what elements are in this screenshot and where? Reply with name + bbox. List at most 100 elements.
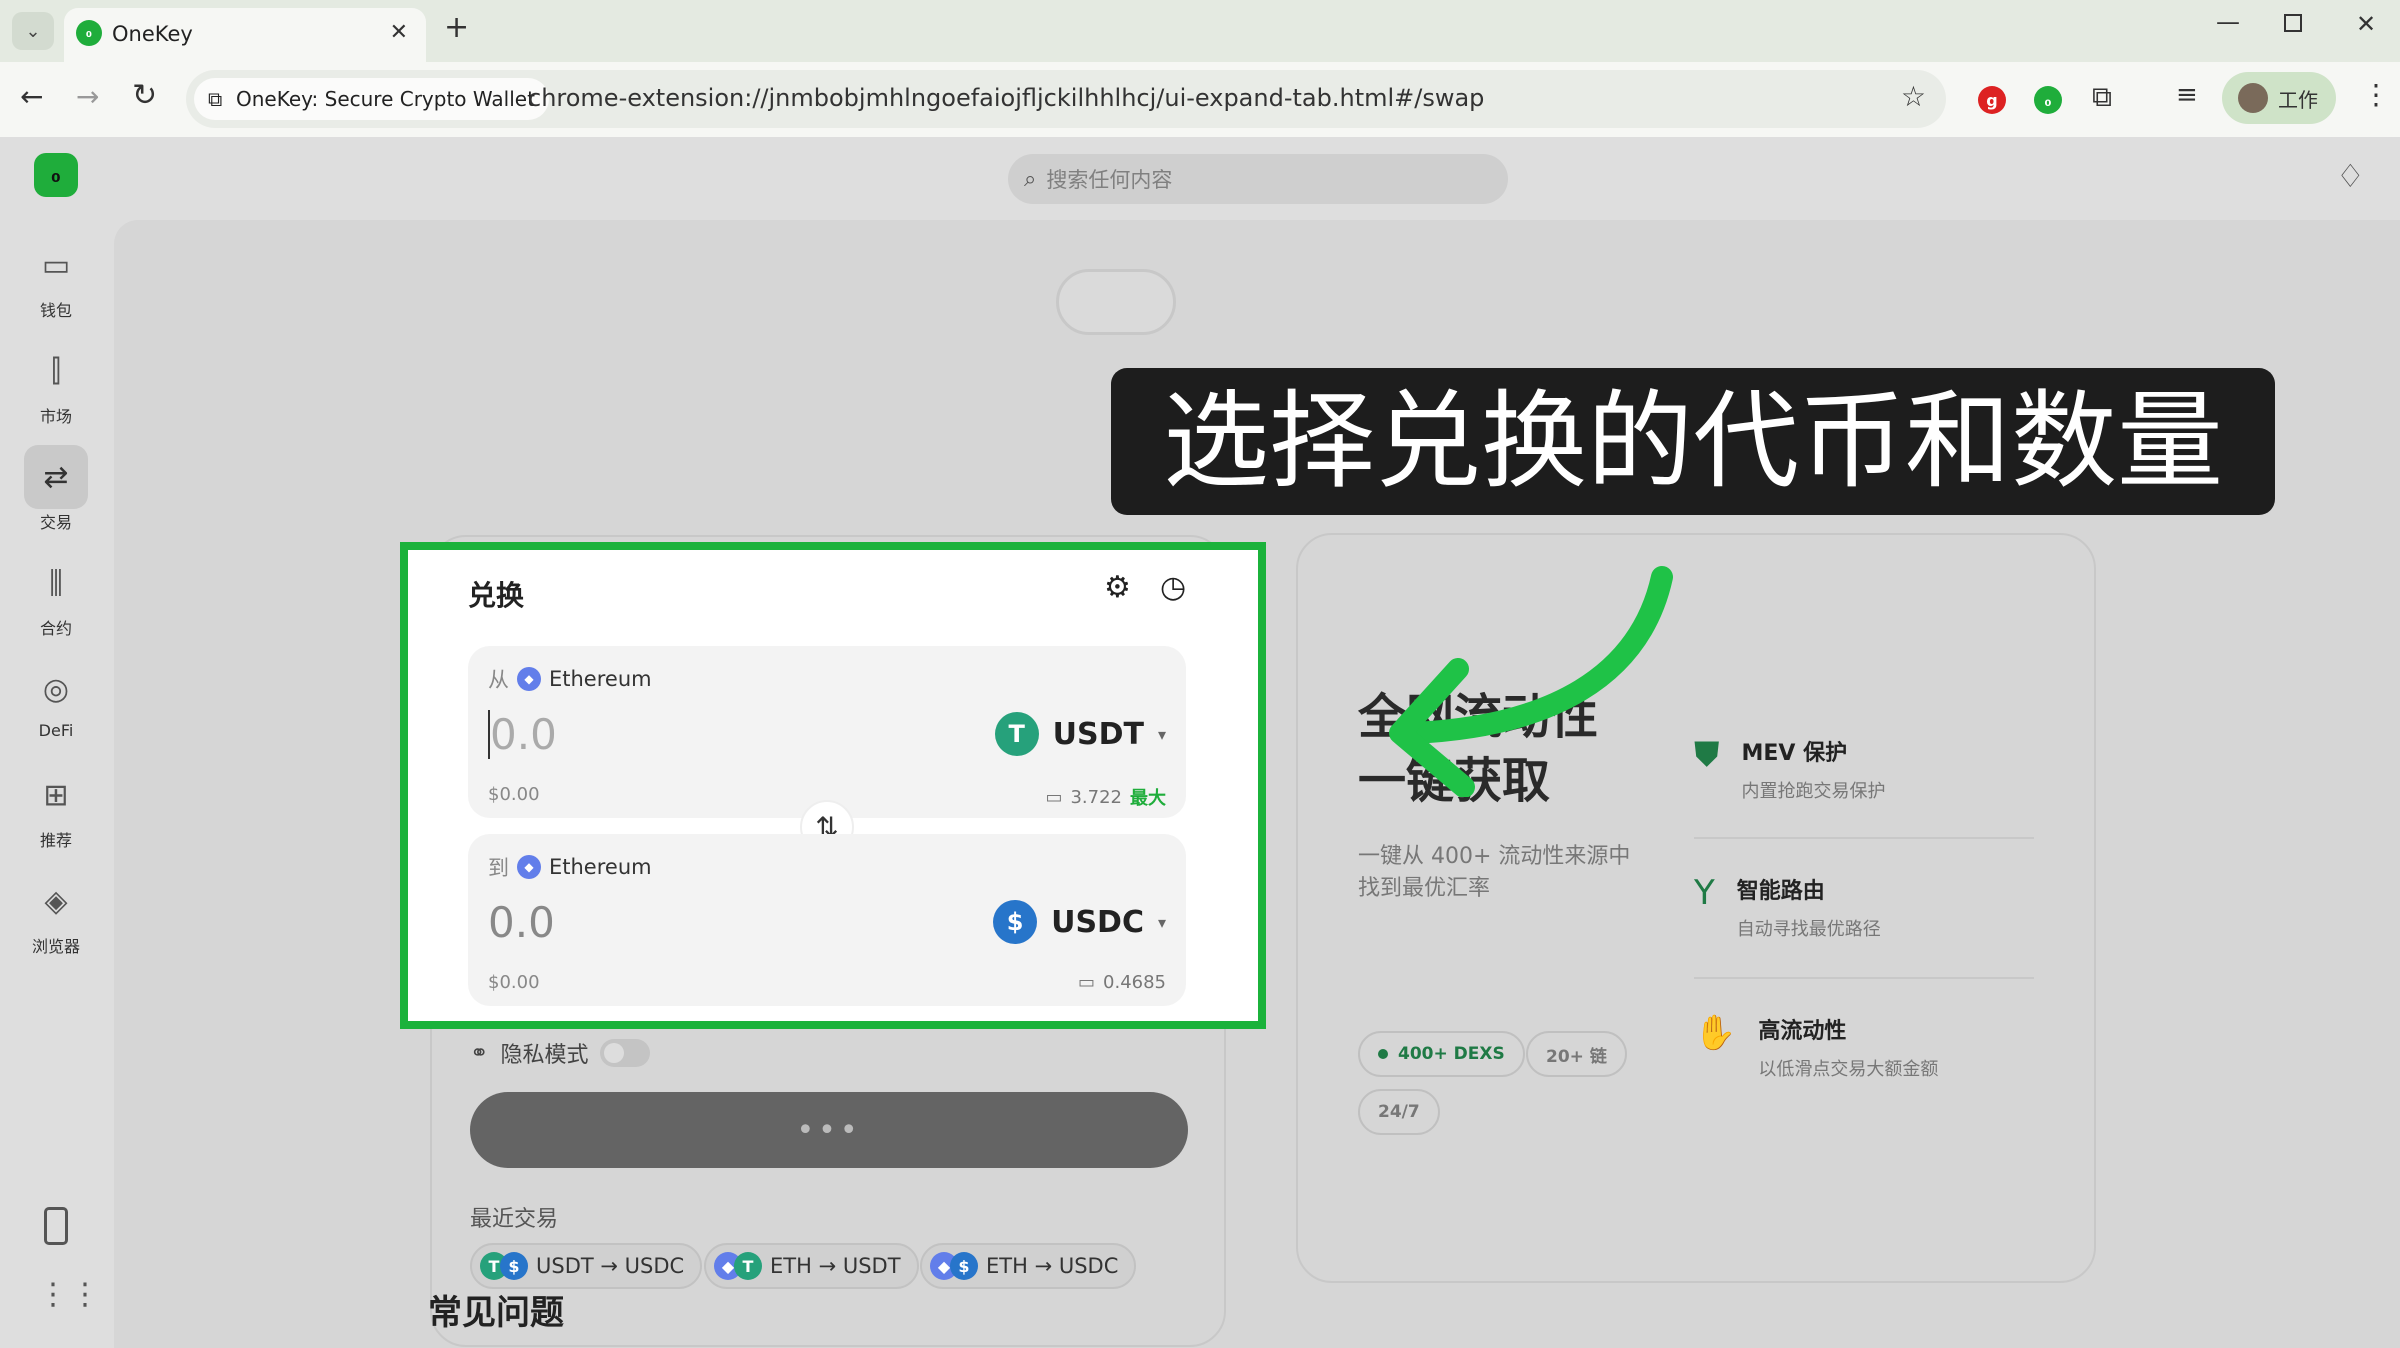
usdc-icon: $ [500, 1252, 528, 1280]
privacy-mode-label: 隐私模式 [500, 1043, 589, 1068]
recent-pair-eth-usdt[interactable]: ◆ T ETH → USDT [704, 1243, 919, 1289]
profile-button[interactable]: 工作 [2222, 72, 2336, 124]
usdt-icon: T [994, 712, 1039, 756]
feature-desc: 自动寻找最优路径 [1736, 919, 1881, 940]
onekey-logo[interactable]: ₀ [34, 153, 78, 197]
close-window-button[interactable]: ✕ [2356, 10, 2376, 38]
recent-pair-label: USDT → USDC [536, 1254, 685, 1278]
sidebar-label: 交易 [39, 513, 72, 532]
green-dot-icon [1378, 1049, 1388, 1059]
sidebar-item-swap[interactable]: ⇄ 交易 [0, 445, 112, 533]
notification-bell-icon[interactable]: ♢ [2336, 157, 2365, 195]
slippage-settings-icon[interactable]: ⚙ [1104, 570, 1131, 605]
swap-title: 兑换 [468, 579, 525, 612]
incognito-icon: ⚭ [470, 1040, 489, 1066]
back-arrow-icon[interactable]: ← [20, 80, 43, 113]
from-balance-row: ▭ 3.722 最大 [1045, 784, 1166, 810]
tab-search-button[interactable]: ⌄ [12, 12, 54, 50]
gift-icon: ⊞ [43, 777, 69, 813]
divider [1694, 977, 2034, 979]
usdc-icon: $ [950, 1252, 978, 1280]
browser-tab-onekey[interactable]: ₀ OneKey ✕ [64, 8, 426, 62]
recent-pair-label: ETH → USDT [770, 1254, 901, 1278]
info-description: 一键从 400+ 流动性来源中找到最优汇率 [1358, 844, 1631, 901]
tag-chains: 20+ 链 [1526, 1031, 1627, 1077]
from-network-name: Ethereum [549, 667, 652, 691]
sidebar-label: 浏览器 [31, 937, 80, 956]
sidebar-item-browser[interactable]: ◈ 浏览器 [0, 869, 112, 957]
recent-pair-usdt-usdc[interactable]: T $ USDT → USDC [470, 1243, 703, 1289]
new-tab-button[interactable]: + [444, 10, 469, 45]
chevron-down-icon: ▾ [1157, 724, 1166, 744]
history-clock-icon[interactable]: ◷ [1160, 570, 1186, 605]
swap-submit-button[interactable]: ••• [470, 1092, 1188, 1168]
sidebar-item-referral[interactable]: ⊞ 推荐 [0, 763, 112, 851]
from-network-row[interactable]: 从 ◆ Ethereum [488, 664, 652, 694]
media-control-icon[interactable]: ≡ [2176, 80, 2198, 110]
feature-routing: Y 智能路由 自动寻找最优路径 [1694, 873, 1881, 941]
restore-button[interactable] [2284, 14, 2302, 32]
to-network-row[interactable]: 到 ◆ Ethereum [488, 852, 652, 882]
feature-title: MEV 保护 [1741, 741, 1848, 766]
token-pair-icons: ◆ T [714, 1252, 762, 1280]
swap-mode-tabs[interactable] [1056, 269, 1176, 335]
onekey-app: ₀ ▭ 钱包 ⫿ 市场 ⇄ 交易 ⫼ 合约 ◎ DeFi ⊞ 推荐 ◈ 浏览器 [0, 137, 2400, 1348]
from-amount-placeholder: 0.0 [490, 710, 557, 759]
sidebar-item-defi[interactable]: ◎ DeFi [0, 657, 112, 741]
faq-title: 常见问题 [428, 1293, 564, 1333]
to-balance: 0.4685 [1103, 972, 1166, 993]
reload-icon[interactable]: ↻ [132, 78, 157, 113]
ethereum-network-icon: ◆ [517, 667, 541, 691]
swap-icon: ⇄ [24, 445, 88, 509]
swap-form-highlight: 兑换 ⚙ ◷ 从 ◆ Ethereum 0.0 T USDT ▾ $0.00 ▭… [400, 542, 1266, 1029]
browser-menu-icon[interactable]: ⋮ [2362, 78, 2390, 111]
recent-pair-eth-usdc[interactable]: ◆ $ ETH → USDC [920, 1243, 1137, 1289]
address-bar[interactable]: ⧉ OneKey: Secure Crypto Wallet chrome-ex… [186, 70, 1946, 128]
tab-close-icon[interactable]: ✕ [390, 20, 408, 45]
to-amount-output: 0.0 [488, 898, 555, 947]
ethereum-network-icon: ◆ [517, 855, 541, 879]
minimize-button[interactable]: — [2216, 8, 2240, 36]
perps-icon: ⫼ [49, 565, 63, 601]
to-token-card: 到 ◆ Ethereum 0.0 $ USDC ▾ $0.00 ▭ 0.4685 [468, 834, 1186, 1006]
onekey-extension-icon[interactable]: ₀ [2034, 86, 2062, 114]
extension-red-icon[interactable]: g [1978, 86, 2006, 114]
sidebar-item-market[interactable]: ⫿ 市场 [0, 339, 112, 427]
profile-label: 工作 [2278, 87, 2318, 112]
bookmark-star-icon[interactable]: ☆ [1901, 80, 1926, 113]
to-token-selector[interactable]: $ USDC ▾ [993, 900, 1166, 944]
from-balance: 3.722 [1070, 786, 1122, 808]
loading-dots-icon: ••• [796, 1112, 862, 1148]
recent-pair-label: ETH → USDC [986, 1254, 1119, 1278]
extensions-puzzle-icon[interactable]: ⧉ [2092, 80, 2112, 114]
sidebar-label: DeFi [38, 721, 74, 740]
from-token-selector[interactable]: T USDT ▾ [994, 712, 1166, 756]
tag-dexs: 400+ DEXS [1358, 1031, 1525, 1077]
divider [1694, 837, 2034, 839]
global-search[interactable]: ⌕ 搜索任何内容 [1008, 154, 1508, 204]
to-fiat-value: $0.00 [488, 972, 540, 993]
url-text[interactable]: chrome-extension://jnmbobjmhlngoefaiojfl… [528, 84, 1484, 112]
feature-title: 智能路由 [1736, 879, 1825, 904]
feature-title: 高流动性 [1758, 1019, 1847, 1044]
defi-icon: ◎ [42, 671, 70, 707]
max-button[interactable]: 最大 [1130, 784, 1166, 810]
to-label: 到 [488, 856, 509, 880]
usdc-icon: $ [993, 900, 1038, 944]
sidebar-item-wallet[interactable]: ▭ 钱包 [0, 233, 112, 321]
mobile-device-icon[interactable] [44, 1207, 68, 1245]
from-amount-input[interactable]: 0.0 [488, 710, 557, 759]
recent-trades-label: 最近交易 [470, 1207, 559, 1232]
usdt-icon: T [734, 1252, 762, 1280]
wallet-small-icon: ▭ [1045, 786, 1063, 808]
route-split-icon: Y [1694, 873, 1715, 913]
browser-titlebar: ⌄ ₀ OneKey ✕ + — ✕ [0, 0, 2400, 62]
sidebar-item-perps[interactable]: ⫼ 合约 [0, 551, 112, 639]
sidebar-label: 市场 [39, 407, 72, 426]
privacy-toggle[interactable] [600, 1039, 651, 1067]
site-info-chip[interactable]: ⧉ OneKey: Secure Crypto Wallet [194, 78, 549, 120]
sidebar-label: 钱包 [39, 301, 72, 320]
from-token-symbol: USDT [1052, 716, 1144, 752]
forward-arrow-icon[interactable]: → [76, 80, 99, 113]
token-pair-icons: T $ [480, 1252, 528, 1280]
